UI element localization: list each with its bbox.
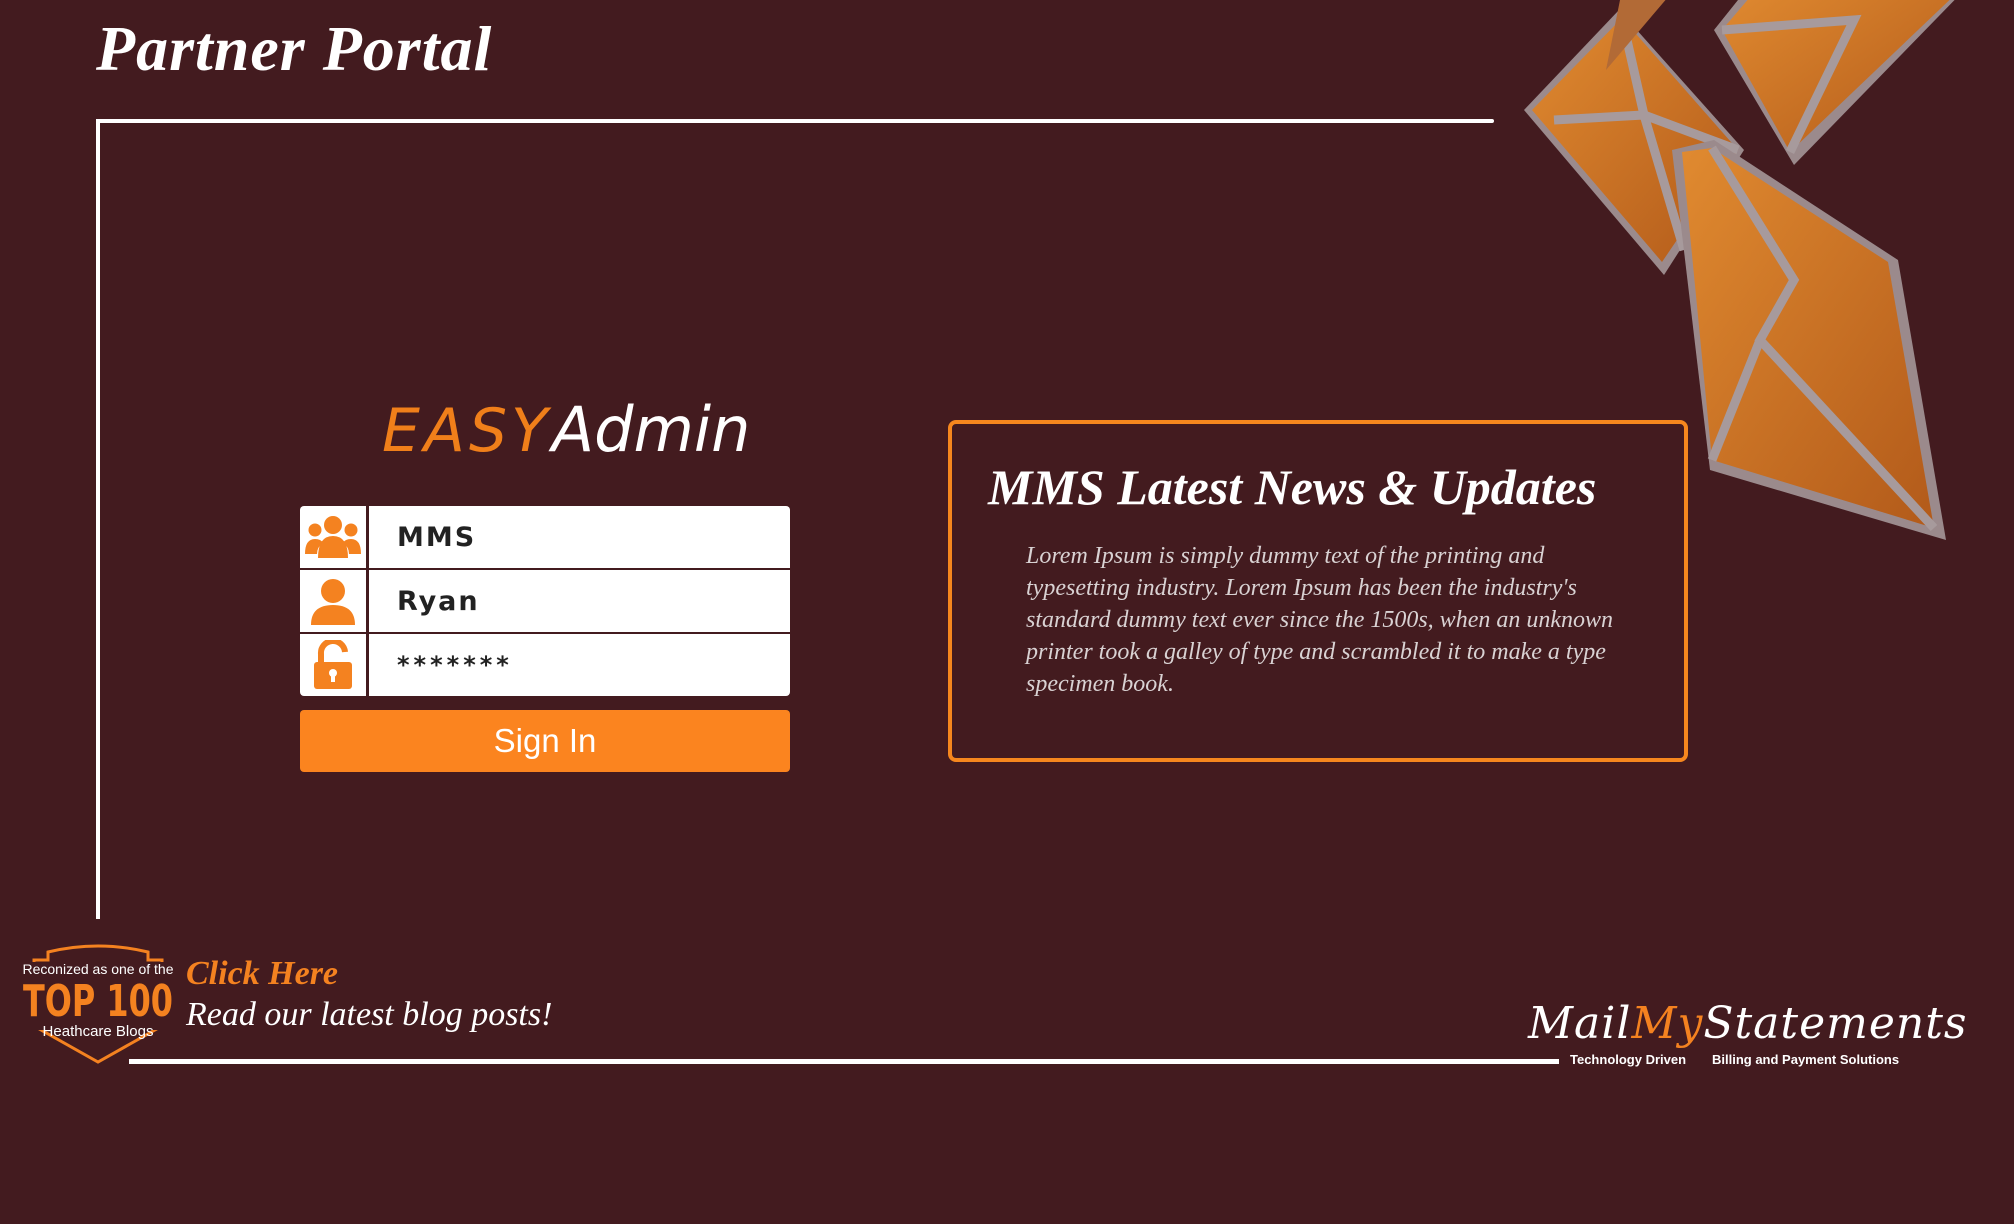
brand-name: MailMyStatements: [1528, 998, 1968, 1049]
blog-read-text: Read our latest blog posts!: [186, 996, 553, 1033]
group-icon: [300, 506, 369, 568]
news-panel: MMS Latest News & Updates Lorem Ipsum is…: [948, 420, 1688, 762]
brand-my: My: [1631, 998, 1704, 1049]
company-input[interactable]: [369, 506, 790, 568]
username-input[interactable]: [369, 570, 790, 632]
username-field-row: [300, 570, 790, 634]
easyadmin-logo: EASYAdmin: [382, 392, 750, 466]
news-title: MMS Latest News & Updates: [988, 459, 1597, 515]
password-input[interactable]: [369, 634, 790, 696]
password-field-row: [300, 634, 790, 696]
news-body: Lorem Ipsum is simply dummy text of the …: [1026, 543, 1614, 697]
badge-line3: Heathcare Blogs: [43, 1023, 154, 1040]
brand-statements: Statements: [1703, 998, 1968, 1049]
brand-mail: Mail: [1528, 998, 1632, 1049]
envelope-icon: [1714, 0, 1955, 165]
sign-in-button[interactable]: Sign In: [300, 710, 790, 772]
company-field-row: [300, 506, 790, 570]
frame-left-divider: [96, 119, 100, 919]
badge-line2: TOP 100: [23, 976, 173, 1027]
blog-click-here-link[interactable]: Click Here: [186, 955, 338, 993]
badge-line1: Reconized as one of the: [23, 961, 174, 977]
unlock-icon: [300, 634, 369, 696]
logo-admin-text: Admin: [551, 393, 751, 466]
brand-tagline-right: Billing and Payment Solutions: [1712, 1052, 1900, 1067]
user-icon: [300, 570, 369, 632]
envelope-icon: [1672, 140, 1946, 540]
login-form: Sign In: [300, 506, 790, 772]
mailmystatements-logo: MailMyStatements Technology Driven Billi…: [1528, 998, 1966, 1074]
top100-badge: Reconized as one of the TOP 100 Heathcar…: [20, 944, 176, 1064]
brand-tagline-left: Technology Driven: [1570, 1052, 1687, 1067]
logo-easy-text: EASY: [382, 396, 552, 466]
footer-divider: [129, 1059, 1559, 1064]
frame-top-divider: [96, 119, 1494, 123]
page-title: Partner Portal: [96, 13, 493, 84]
